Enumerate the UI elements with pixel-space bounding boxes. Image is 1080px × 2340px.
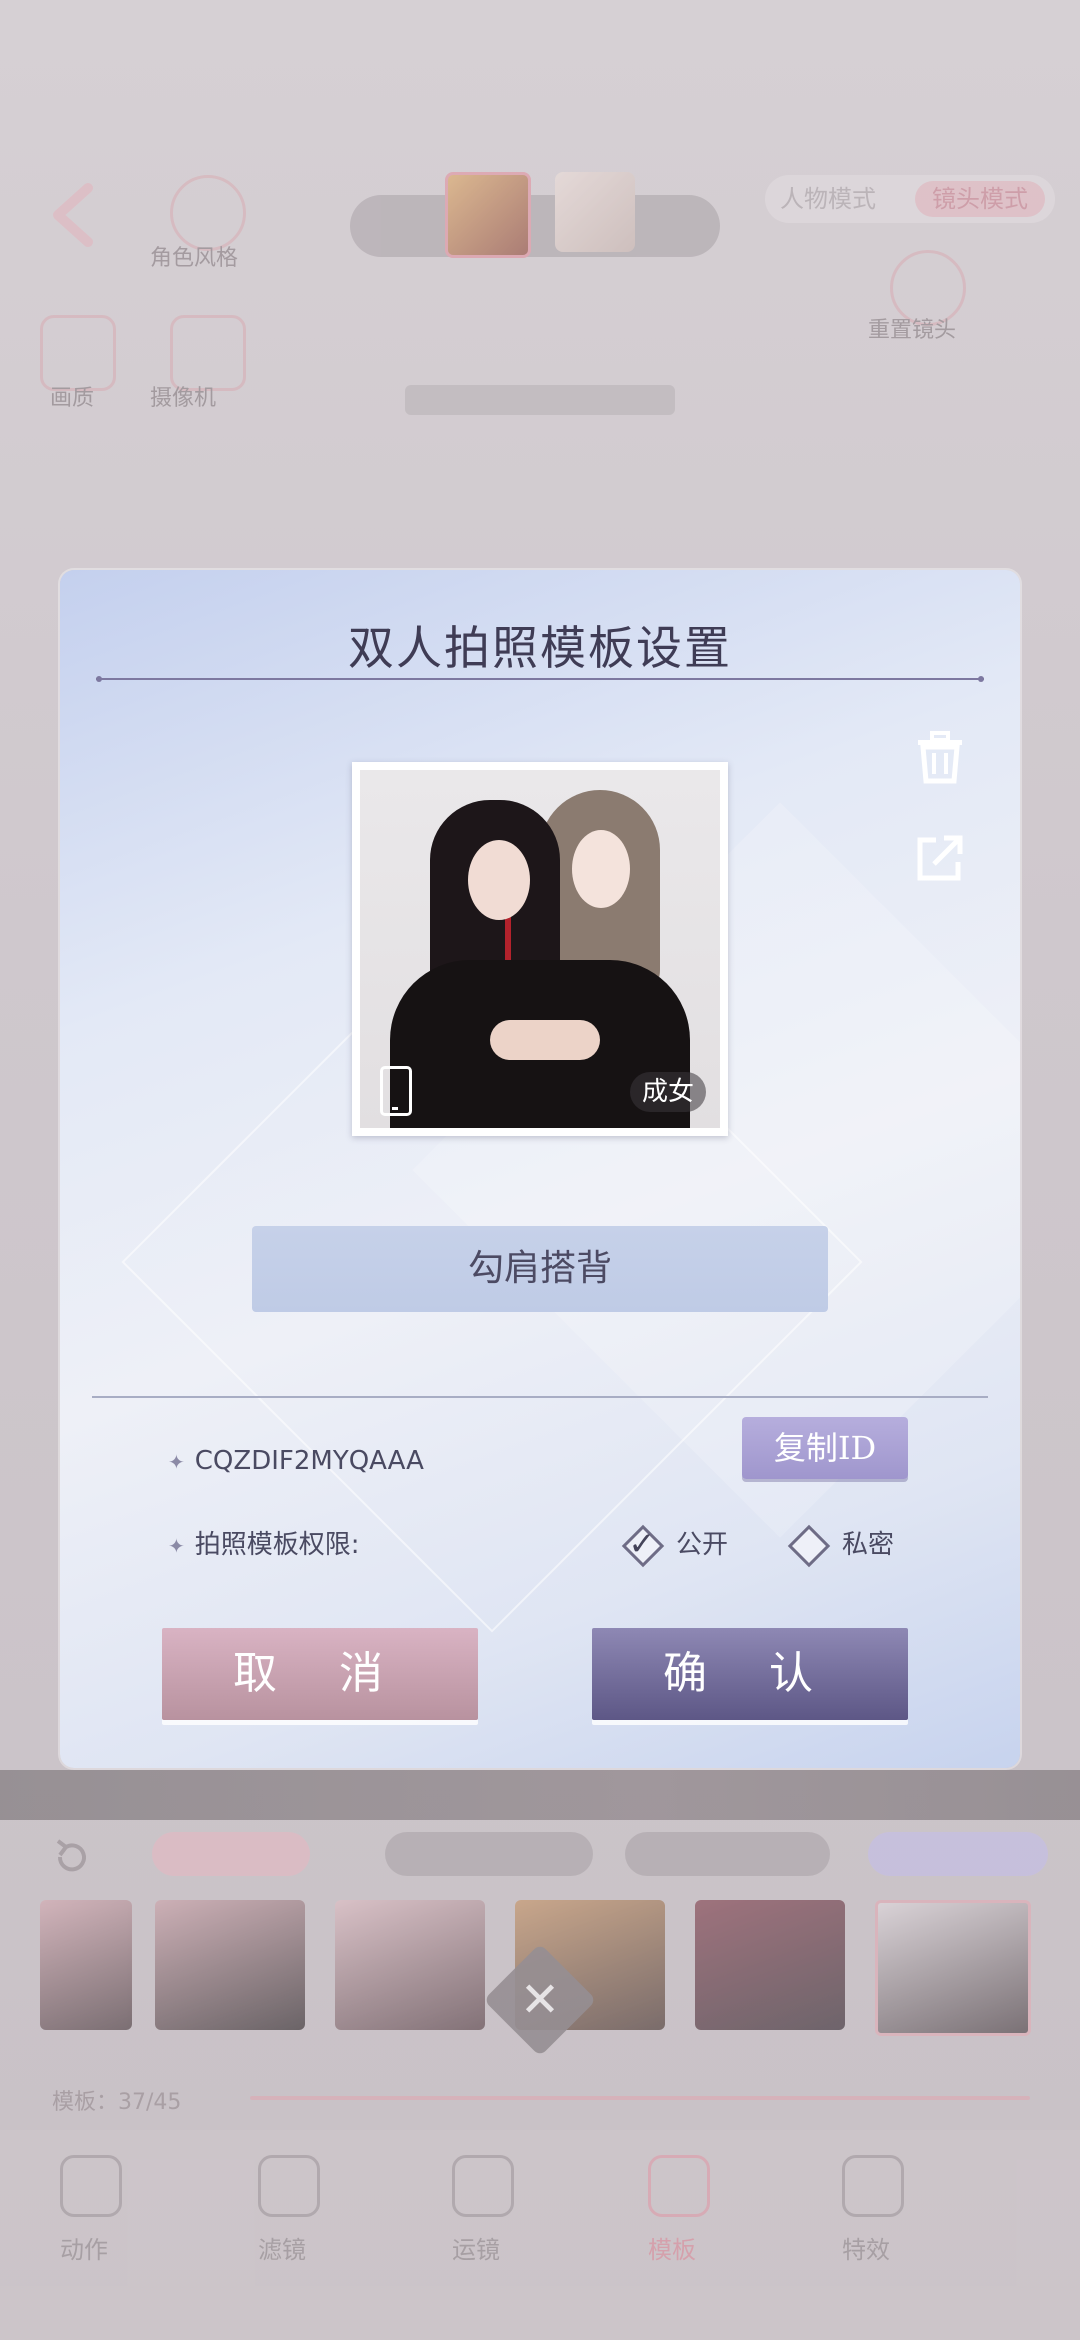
nav-filter-icon[interactable]: [258, 2155, 320, 2217]
permission-label: 拍照模板权限:: [194, 1530, 360, 1560]
figure-face: [468, 840, 530, 920]
sparkle-icon: ✦: [168, 1450, 185, 1474]
template-photo: 成女: [360, 770, 720, 1128]
template-name-field[interactable]: 勾肩搭背: [252, 1226, 828, 1312]
template-id: CQZDIF2MYQAAA: [194, 1446, 424, 1476]
permission-row: ✦ 拍照模板权限:: [168, 1520, 360, 1570]
template-thumb[interactable]: [40, 1900, 132, 2030]
chip-diy[interactable]: [868, 1832, 1048, 1876]
reset-camera-label: 重置镜头: [868, 318, 957, 343]
camera-label: 摄像机: [150, 386, 217, 411]
share-icon[interactable]: [912, 830, 968, 886]
cancel-button[interactable]: 取 消: [162, 1628, 478, 1720]
chip-camera-settings[interactable]: [625, 1832, 830, 1876]
figure-skin: [490, 1020, 600, 1060]
close-icon[interactable]: ✕: [510, 1965, 570, 2035]
permission-public-label: 公开: [676, 1530, 729, 1560]
section-divider: [92, 1396, 988, 1398]
confirm-button[interactable]: 确 认: [592, 1628, 908, 1720]
nav-template[interactable]: 模板: [648, 2230, 696, 2265]
nav-effects-icon[interactable]: [842, 2155, 904, 2217]
style-label: 角色风格: [150, 246, 239, 271]
template-slider[interactable]: [250, 2096, 1030, 2100]
figure-face: [572, 830, 630, 908]
nav-effects[interactable]: 特效: [842, 2230, 890, 2265]
dark-band: [0, 1770, 1080, 1820]
nav-camera-move-icon[interactable]: [452, 2155, 514, 2217]
chip-import-template[interactable]: [385, 1832, 593, 1876]
chip-duo-action[interactable]: [152, 1832, 310, 1876]
permission-public-option[interactable]: 公开: [621, 1520, 729, 1570]
template-thumb[interactable]: [155, 1900, 305, 2030]
nav-template-icon[interactable]: [648, 2155, 710, 2217]
nav-action-icon[interactable]: [60, 2155, 122, 2217]
tab-character-mode[interactable]: 人物模式: [780, 181, 876, 217]
sparkle-icon: ✦: [168, 1534, 185, 1558]
nav-filter[interactable]: 滤镜: [258, 2230, 306, 2265]
avatar-switcher[interactable]: [350, 195, 720, 257]
phone-icon: [380, 1066, 412, 1116]
avatar-2[interactable]: [555, 172, 635, 252]
nav-camera-move[interactable]: 运镜: [452, 2230, 500, 2265]
undo-icon[interactable]: [50, 1835, 94, 1879]
quality-label: 画质: [50, 386, 95, 411]
permission-private-label: 私密: [842, 1530, 895, 1560]
template-photo-frame: 成女: [352, 762, 728, 1136]
back-arrow-icon[interactable]: [40, 180, 110, 250]
template-thumb[interactable]: [695, 1900, 845, 2030]
checkbox-checked-icon[interactable]: [621, 1524, 665, 1567]
title-divider: [96, 676, 984, 682]
template-id-row: ✦ CQZDIF2MYQAAA: [168, 1436, 424, 1486]
trash-icon[interactable]: [912, 730, 968, 786]
nav-action[interactable]: 动作: [60, 2230, 108, 2265]
body-type-tag: 成女: [629, 1072, 706, 1112]
template-thumb[interactable]: [335, 1900, 485, 2030]
avatar-1[interactable]: [445, 172, 531, 258]
template-count-label: 模板：37/45: [52, 2090, 182, 2115]
bottom-nav: [0, 2130, 1080, 2340]
template-thumb-selected[interactable]: [875, 1900, 1031, 2036]
permission-private-option[interactable]: 私密: [787, 1520, 895, 1570]
tab-camera-mode[interactable]: 镜头模式: [915, 181, 1045, 217]
copy-id-button[interactable]: 复制ID: [742, 1417, 908, 1479]
checkbox-unchecked-icon[interactable]: [787, 1524, 831, 1567]
dialog-title: 双人拍照模板设置: [348, 621, 732, 675]
hint-bar: [405, 385, 675, 415]
template-settings-dialog: 双人拍照模板设置 成女 勾肩搭背 ✦ CQZDIF2MYQAAA 复制ID ✦ …: [60, 570, 1020, 1768]
